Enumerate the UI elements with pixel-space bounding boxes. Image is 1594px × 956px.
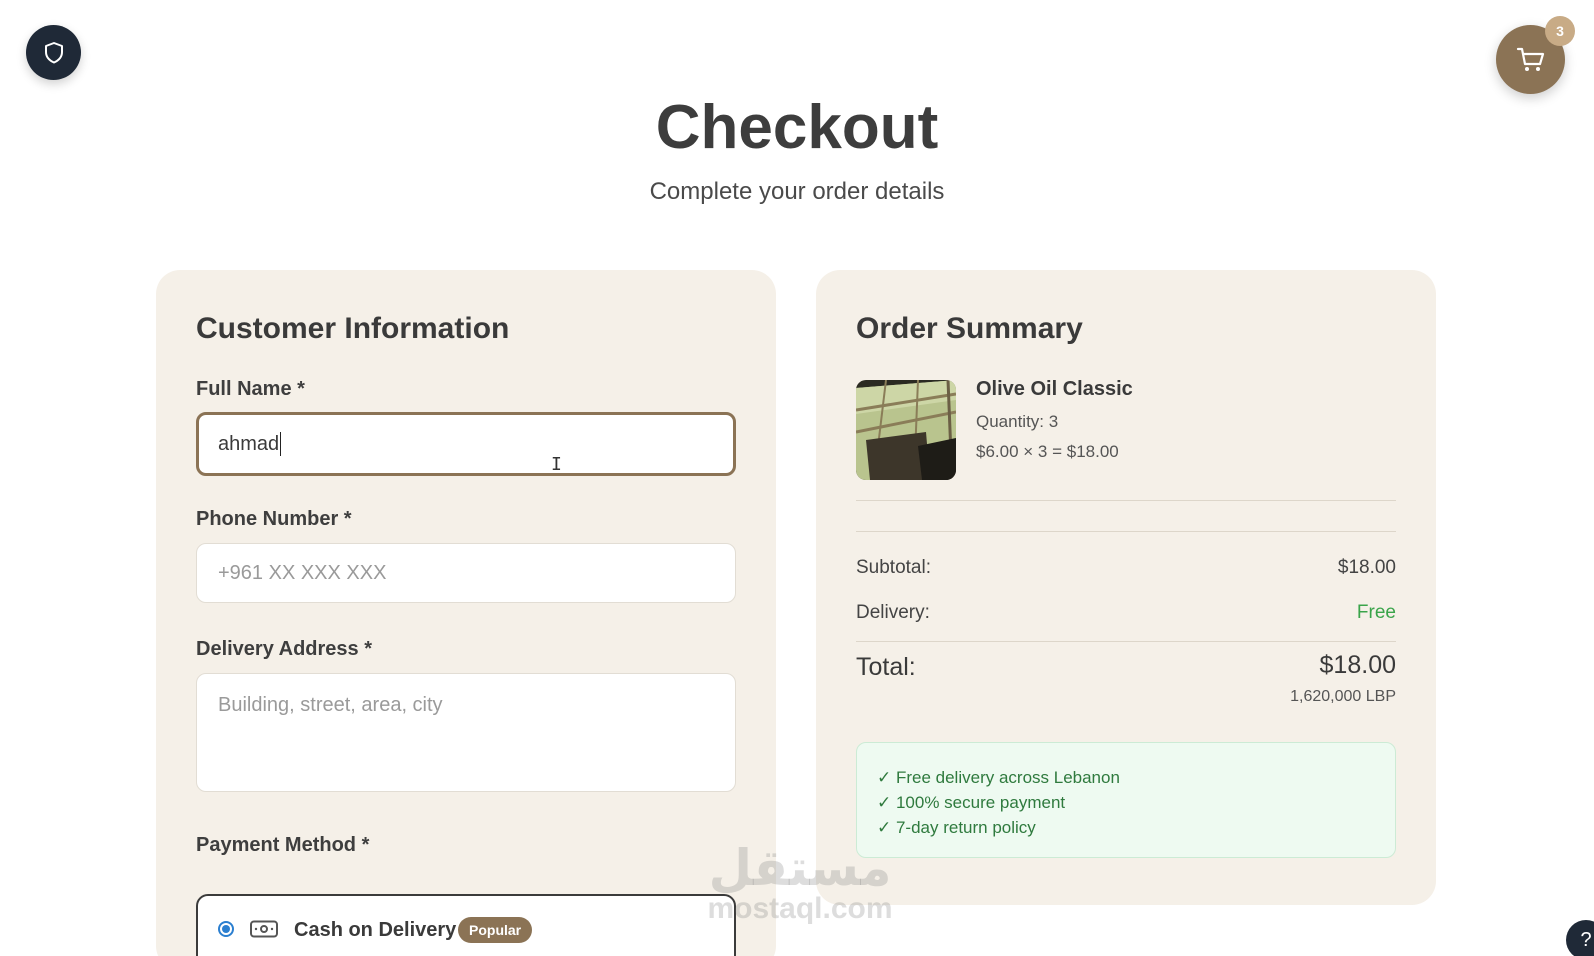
help-button[interactable]: ? [1566,920,1594,956]
watermark-latin: mostaql.com [707,892,893,925]
product-thumbnail [856,380,956,480]
payment-radio[interactable] [218,921,234,937]
phone-number-input[interactable]: +961 XX XXX XXX [196,543,736,603]
delivery-value: Free [1356,602,1396,623]
popular-badge: Popular [458,917,533,943]
customer-information-title: Customer Information [196,312,510,345]
full-name-input[interactable]: ahmad [196,412,736,476]
total-lbp-value: 1,620,000 LBP [1290,688,1396,705]
help-label: ? [1580,928,1592,951]
product-name: Olive Oil Classic [976,378,1133,400]
watermark: مستقل mostaql.com [700,842,900,924]
delivery-address-placeholder: Building, street, area, city [218,694,443,716]
payment-option-label: Cash on Delivery [294,919,457,941]
checkout-page: 3 Checkout Complete your order details C… [0,0,1594,956]
perk-item: ✓ Free delivery across Lebanon [877,768,1120,787]
divider [856,531,1396,532]
delivery-label: Delivery: [856,602,930,623]
payment-method-label: Payment Method * [196,834,370,856]
cart-count-badge: 3 [1545,16,1575,46]
total-label: Total: [856,653,916,681]
divider [856,641,1396,642]
total-value: $18.00 [1319,651,1396,679]
full-name-value: ahmad [218,432,280,455]
product-quantity: Quantity: 3 [976,412,1059,431]
page-subtitle: Complete your order details [649,178,945,205]
payment-option-cash[interactable]: Cash on Delivery Popular [196,894,736,956]
phone-number-placeholder: +961 XX XXX XXX [218,561,387,584]
security-button[interactable] [26,25,81,80]
subtotal-value: $18.00 [1337,557,1396,578]
shield-icon [44,41,63,63]
perks-box: ✓ Free delivery across Lebanon ✓ 100% se… [856,742,1396,858]
order-summary-title: Order Summary [856,312,1083,345]
subtotal-label: Subtotal: [856,557,931,578]
customer-information-card: Customer Information Full Name * ahmad P… [156,270,776,956]
perk-item: ✓ 100% secure payment [877,793,1066,812]
cart-icon [1516,47,1544,71]
perk-item: ✓ 7-day return policy [877,818,1036,837]
text-caret [280,432,282,456]
mouse-text-cursor: I [551,454,562,475]
product-price-line: $6.00 × 3 = $18.00 [976,442,1119,461]
cash-icon [250,920,278,938]
page-title: Checkout [655,93,939,162]
divider [856,500,1396,501]
delivery-address-textarea[interactable]: Building, street, area, city [196,673,736,792]
order-summary-card: Order Summary Olive Oil Classic Quantity… [816,270,1436,905]
phone-number-label: Phone Number * [196,508,352,530]
delivery-address-label: Delivery Address * [196,638,373,660]
full-name-label: Full Name * [196,378,305,400]
watermark-arabic: مستقل [708,840,892,896]
